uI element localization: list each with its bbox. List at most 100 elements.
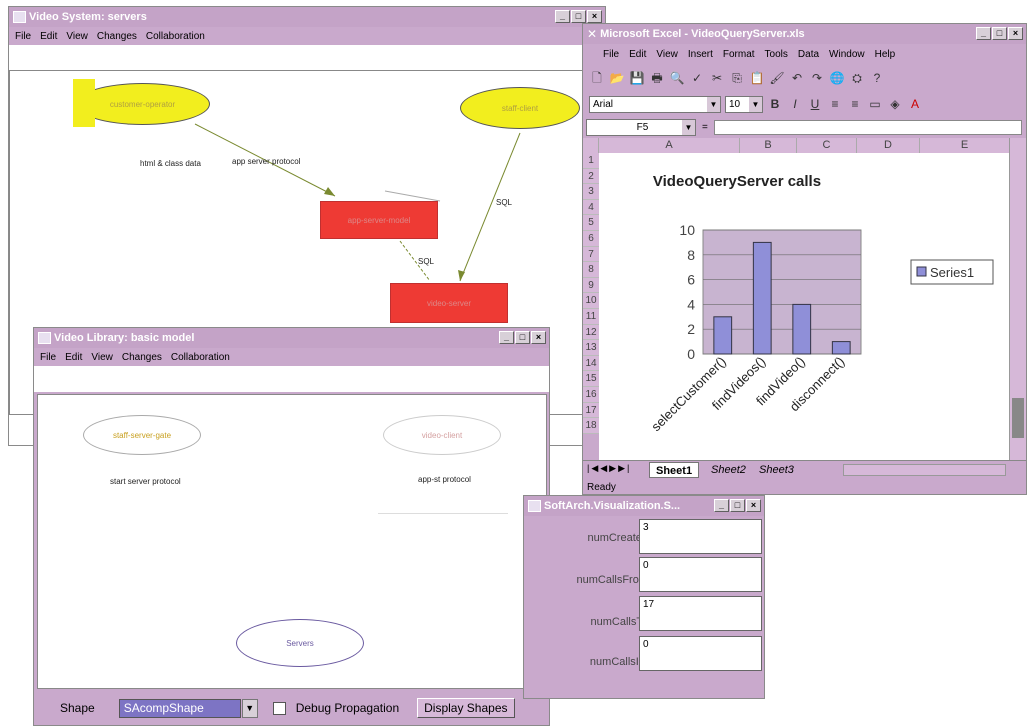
menu-changes[interactable]: Changes [97, 31, 137, 42]
col-header-d[interactable]: D [857, 138, 920, 153]
name-box[interactable]: F5 ▼ [586, 118, 696, 136]
maximize-icon[interactable]: □ [730, 499, 745, 512]
redo-icon[interactable]: ↷ [809, 70, 825, 86]
undo-icon[interactable]: ↶ [789, 70, 805, 86]
excel-menu-tools[interactable]: Tools [765, 49, 788, 60]
row-header[interactable]: 12 [583, 324, 599, 341]
scroll-thumb[interactable] [1012, 398, 1024, 438]
sheet-tab-2[interactable]: Sheet2 [705, 462, 752, 478]
menu-edit[interactable]: Edit [65, 352, 82, 363]
chevron-down-icon[interactable]: ▼ [241, 698, 258, 718]
node-video-server[interactable]: video-server [390, 283, 508, 323]
row-header[interactable]: 18 [583, 418, 599, 434]
menu-view[interactable]: View [66, 31, 88, 42]
menu-file[interactable]: File [15, 31, 31, 42]
font-name-combo[interactable]: Arial ▼ [589, 95, 721, 113]
formula-input[interactable] [713, 119, 1022, 135]
row-header[interactable]: 4 [583, 199, 599, 216]
chevron-down-icon[interactable]: ▼ [682, 119, 695, 135]
close-icon[interactable]: × [746, 499, 761, 512]
row-header[interactable]: 3 [583, 184, 599, 200]
video-system-titlebar[interactable]: Video System: servers _ □ × [9, 7, 605, 27]
minimize-icon[interactable]: _ [976, 27, 991, 40]
excel-titlebar[interactable]: ✕ Microsoft Excel - VideoQueryServer.xls… [583, 24, 1026, 44]
borders-icon[interactable]: ▭ [867, 96, 883, 112]
minimize-icon[interactable]: _ [555, 10, 570, 23]
row-header[interactable]: 1 [583, 153, 599, 169]
menu-view[interactable]: View [91, 352, 113, 363]
maximize-icon[interactable]: □ [515, 331, 530, 344]
align-left-icon[interactable]: ≡ [827, 96, 843, 112]
print-icon[interactable]: 🖶 [649, 70, 665, 86]
node-staff-server-gate[interactable]: staff-server-gate [83, 415, 201, 455]
vertical-scrollbar[interactable] [1009, 138, 1026, 460]
sheet-nav-arrows[interactable]: |◀◀▶▶| [587, 463, 631, 474]
menu-collaboration[interactable]: Collaboration [171, 352, 230, 363]
video-library-titlebar[interactable]: Video Library: basic model _ □ × [34, 328, 549, 348]
chevron-down-icon[interactable]: ▼ [749, 96, 762, 112]
copy-icon[interactable]: ⎘ [729, 70, 745, 86]
excel-menu-window[interactable]: Window [829, 49, 865, 60]
node-staff-client[interactable]: staff-client [460, 87, 580, 129]
new-icon[interactable]: 🗋 [589, 70, 605, 86]
shape-select[interactable]: SAcompShape ▼ [118, 698, 258, 718]
maximize-icon[interactable]: □ [571, 10, 586, 23]
close-icon[interactable]: × [531, 331, 546, 344]
excel-menu-help[interactable]: Help [875, 49, 896, 60]
softarch-titlebar[interactable]: SoftArch.Visualization.S... _ □ × [524, 496, 764, 516]
align-center-icon[interactable]: ≡ [847, 96, 863, 112]
menu-collaboration[interactable]: Collaboration [146, 31, 205, 42]
close-icon[interactable]: × [587, 10, 602, 23]
row-header[interactable]: 11 [583, 309, 599, 325]
spellcheck-icon[interactable]: ✓ [689, 70, 705, 86]
hyperlink-icon[interactable]: 🌐 [829, 70, 845, 86]
cut-icon[interactable]: ✂ [709, 70, 725, 86]
excel-menu-edit[interactable]: Edit [629, 49, 646, 60]
worksheet-grid[interactable]: VideoQueryServer calls 0 2 4 6 8 10 selectCusto… [599, 153, 1010, 460]
maximize-icon[interactable]: □ [992, 27, 1007, 40]
web-toolbar-icon[interactable]: ⛭ [849, 70, 865, 86]
debug-checkbox[interactable] [272, 701, 286, 715]
save-icon[interactable]: 💾 [629, 70, 645, 86]
help-icon[interactable]: ? [869, 70, 885, 86]
row-header[interactable]: 14 [583, 355, 599, 372]
horizontal-scrollbar[interactable] [843, 464, 1006, 476]
minimize-icon[interactable]: _ [499, 331, 514, 344]
preview-icon[interactable]: 🔍 [669, 70, 685, 86]
menu-file[interactable]: File [40, 352, 56, 363]
format-painter-icon[interactable]: 🖌 [769, 70, 785, 86]
chevron-down-icon[interactable]: ▼ [707, 96, 720, 112]
excel-menu-file[interactable]: File [603, 49, 619, 60]
excel-menu-view[interactable]: View [656, 49, 678, 60]
row-header[interactable]: 2 [583, 168, 599, 185]
row-header[interactable]: 8 [583, 262, 599, 278]
row-header[interactable]: 16 [583, 387, 599, 403]
minimize-icon[interactable]: _ [714, 499, 729, 512]
equals-icon[interactable]: = [702, 122, 708, 133]
menu-edit[interactable]: Edit [40, 31, 57, 42]
row-header[interactable]: 15 [583, 371, 599, 387]
row-header[interactable]: 13 [583, 340, 599, 356]
paste-icon[interactable]: 📋 [749, 70, 765, 86]
row-header[interactable]: 6 [583, 231, 599, 247]
close-icon[interactable]: × [1008, 27, 1023, 40]
row-header[interactable]: 10 [583, 293, 599, 309]
bold-icon[interactable]: B [767, 96, 783, 112]
node-servers[interactable]: Servers [236, 619, 364, 667]
fill-color-icon[interactable]: ◈ [887, 96, 903, 112]
num-calls-from-field[interactable]: 0 [639, 557, 762, 592]
col-header-a[interactable]: A [599, 138, 740, 153]
video-library-canvas[interactable]: staff-server-gate video-client start ser… [37, 394, 547, 689]
num-calls-int-field[interactable]: 0 [639, 636, 762, 671]
row-header[interactable]: 5 [583, 215, 599, 231]
num-created-field[interactable]: 3 [639, 519, 762, 554]
row-header[interactable]: 7 [583, 246, 599, 263]
italic-icon[interactable]: I [787, 96, 803, 112]
display-shapes-button[interactable]: Display Shapes [417, 698, 515, 718]
col-header-b[interactable]: B [740, 138, 797, 153]
excel-menu-data[interactable]: Data [798, 49, 819, 60]
num-calls-to-field[interactable]: 17 [639, 596, 762, 631]
node-video-client[interactable]: video-client [383, 415, 501, 455]
menu-changes[interactable]: Changes [122, 352, 162, 363]
sheet-tab-3[interactable]: Sheet3 [753, 462, 800, 478]
